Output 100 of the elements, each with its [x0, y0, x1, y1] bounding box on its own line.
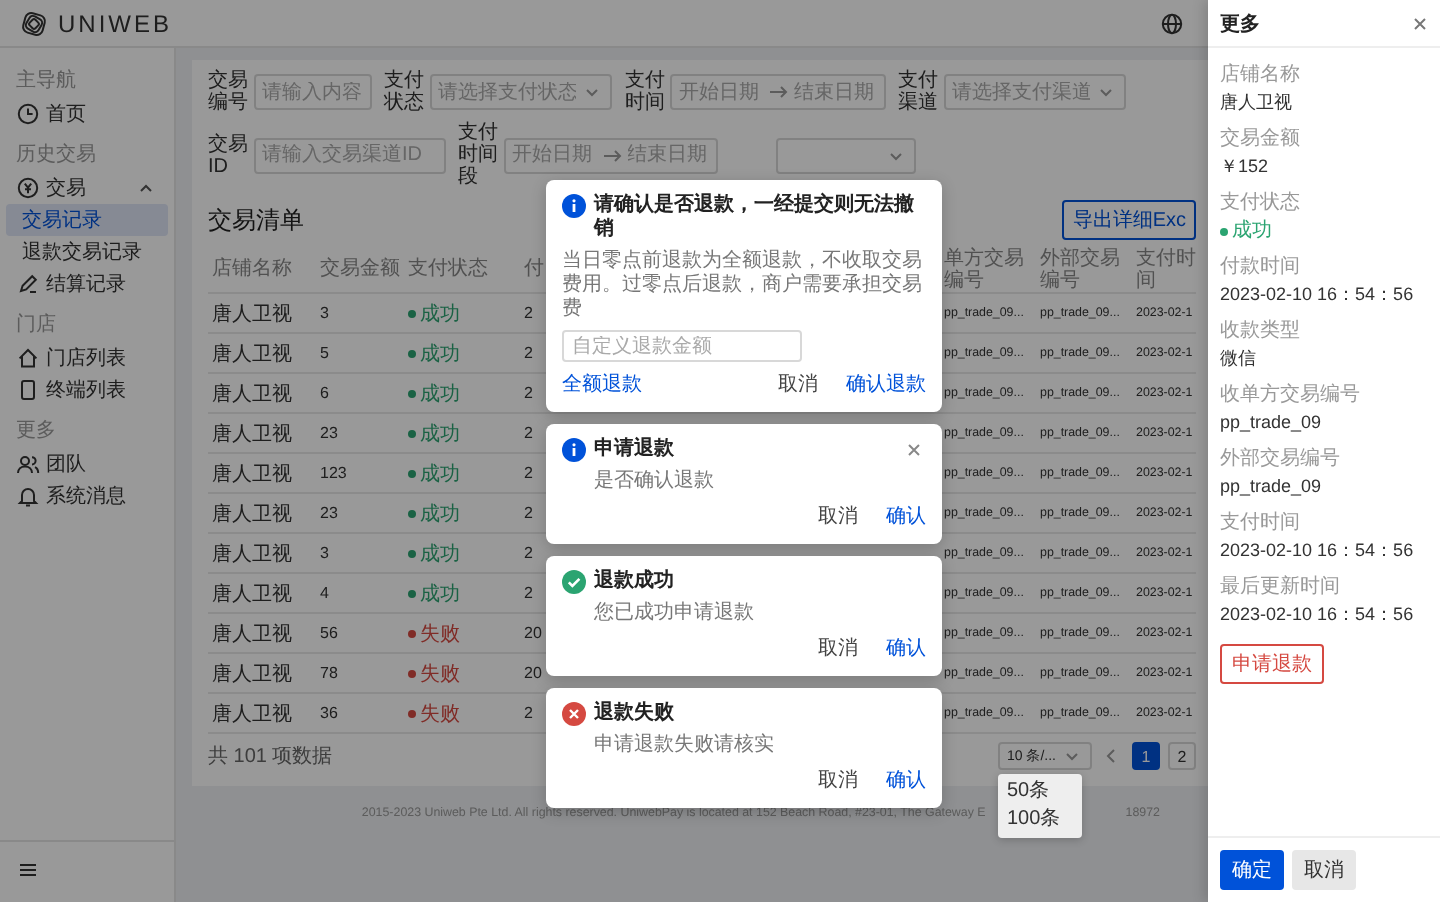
dropdown-option[interactable]: 50条 — [998, 778, 1083, 806]
nav-item[interactable]: 门店列表 — [6, 342, 168, 374]
dialog-message: 您已成功申请退款 — [592, 602, 756, 626]
nav-group-label: 主导航 — [14, 67, 78, 96]
field-value: pp_trade_09 — [1220, 476, 1324, 498]
info-icon — [562, 194, 586, 218]
field-label: 付款时间 — [1220, 256, 1302, 278]
column-header: 店铺名称 — [212, 258, 292, 280]
tablet-icon — [16, 378, 40, 402]
field-value: 微信 — [1220, 348, 1258, 370]
export-button[interactable]: 导出详细Exc — [1062, 200, 1196, 240]
table-cell: 2 — [524, 344, 533, 362]
nav-item[interactable]: 交易 — [6, 172, 168, 204]
status-text: 成功 — [420, 501, 460, 527]
logo-text: UNIWEB — [58, 9, 172, 37]
status-text: 成功 — [420, 581, 460, 607]
field-label: 支付渠道 — [897, 70, 938, 114]
field-value: 唐人卫视 — [1220, 92, 1294, 114]
column-header: 付 — [524, 258, 544, 280]
table-cell-text: 唐人卫视 — [212, 621, 292, 647]
field-label: 交易编号 — [208, 70, 248, 114]
info-icon — [562, 438, 586, 462]
dialog-title: 申请退款 — [594, 438, 676, 462]
nav-item[interactable]: 交易记录 — [6, 204, 168, 236]
nav-item[interactable]: 系统消息 — [6, 480, 168, 512]
select-field[interactable] — [776, 137, 917, 173]
bell-icon — [16, 484, 40, 508]
status-text: 失败 — [420, 661, 460, 687]
table-cell-text: 唐人卫视 — [212, 461, 292, 487]
field-label: 支付状态 — [384, 70, 424, 114]
table-cell: 36 — [320, 704, 338, 722]
menu-icon[interactable] — [16, 858, 40, 882]
status-text: 失败 — [420, 701, 460, 727]
table-cell: 20 — [524, 664, 542, 682]
column-header: 支付时间 — [1136, 247, 1196, 291]
dropdown-option[interactable]: 100条 — [998, 806, 1083, 834]
nav-item[interactable]: 首页 — [6, 98, 168, 130]
dialog-title: 请确认是否退款，一经提交则无法撤销 — [594, 194, 916, 242]
nav-group-label: 更多 — [14, 418, 58, 446]
nav-item[interactable]: 退款交易记录 — [6, 236, 168, 268]
table-cell: 2 — [524, 384, 533, 402]
field-value: 2023-02-10 16：54：56 — [1220, 604, 1414, 626]
cancel-button[interactable]: 取消 — [818, 770, 858, 794]
field-value: pp_trade_09 — [1220, 412, 1324, 434]
coin-icon — [16, 176, 40, 200]
cancel-button[interactable]: 取消 — [778, 374, 818, 398]
dialog-title: 退款成功 — [594, 570, 676, 594]
status-text: 失败 — [420, 621, 460, 647]
dialog-message: 当日零点前退款为全额退款，不收取交易费用。过零点后退款，商户需要承担交易费 — [562, 250, 924, 322]
refund-button[interactable]: 申请退款 — [1220, 644, 1324, 684]
table-cell-text: 唐人卫视 — [212, 501, 292, 527]
table-cell-text: 唐人卫视 — [212, 381, 292, 407]
confirm-button[interactable]: 确认 — [886, 506, 926, 530]
check-circle-icon — [562, 570, 586, 594]
table-cell: 56 — [320, 624, 338, 642]
column-header: 支付状态 — [408, 258, 488, 280]
status-text: 成功 — [420, 301, 460, 327]
cancel-button[interactable]: 取消 — [1292, 850, 1356, 890]
cancel-button[interactable]: 取消 — [818, 506, 858, 530]
field-value: ￥152 — [1220, 156, 1271, 178]
field-label: 交易金额 — [1220, 128, 1300, 150]
table-title: 交易清单 — [208, 203, 304, 237]
dialog-message: 是否确认退款 — [592, 470, 716, 494]
table-cell: 6 — [320, 384, 329, 402]
table-cell: 20 — [524, 624, 542, 642]
page-button[interactable]: 1 — [1132, 742, 1160, 770]
error-circle-icon — [562, 702, 586, 726]
people-icon — [16, 452, 40, 476]
nav-group-label: 历史交易 — [14, 141, 98, 170]
total-count: 共 101 项数据 — [208, 743, 333, 770]
table-cell: 2 — [524, 424, 533, 442]
table-cell: 78 — [320, 664, 338, 682]
confirm-button[interactable]: 确定 — [1220, 850, 1284, 890]
table-cell: 5 — [320, 344, 329, 362]
field-label: 收单方交易编号 — [1220, 384, 1360, 406]
confirm-button[interactable]: 确认 — [886, 770, 926, 794]
globe-icon[interactable] — [1160, 11, 1184, 35]
table-cell: 4 — [320, 584, 329, 602]
cancel-button[interactable]: 取消 — [818, 638, 858, 662]
nav-item[interactable]: 团队 — [6, 448, 168, 480]
table-cell: 23 — [320, 504, 338, 522]
table-cell-text: 唐人卫视 — [212, 541, 292, 567]
dialog-title: 退款失败 — [594, 702, 676, 726]
table-cell: 3 — [320, 304, 329, 322]
table-cell-text: 唐人卫视 — [212, 581, 292, 607]
field-label: 支付状态 — [1220, 192, 1300, 214]
nav-item[interactable]: 结算记录 — [6, 268, 168, 300]
field-label: 支付时间 — [624, 70, 665, 114]
field-value: 2023-02-10 16：54：56 — [1220, 540, 1414, 562]
page-button[interactable]: 2 — [1168, 742, 1196, 770]
confirm-button[interactable]: 确认退款 — [846, 374, 926, 398]
full-refund-button[interactable]: 全额退款 — [562, 374, 642, 398]
nav-item[interactable]: 终端列表 — [6, 374, 168, 406]
table-cell: 2 — [524, 584, 533, 602]
home-icon — [16, 346, 40, 370]
status-text: 成功 — [420, 381, 460, 407]
confirm-button[interactable]: 确认 — [886, 638, 926, 662]
status-text: 成功 — [420, 341, 460, 367]
status-text: 成功 — [420, 421, 460, 447]
status-text: 成功 — [420, 541, 460, 567]
